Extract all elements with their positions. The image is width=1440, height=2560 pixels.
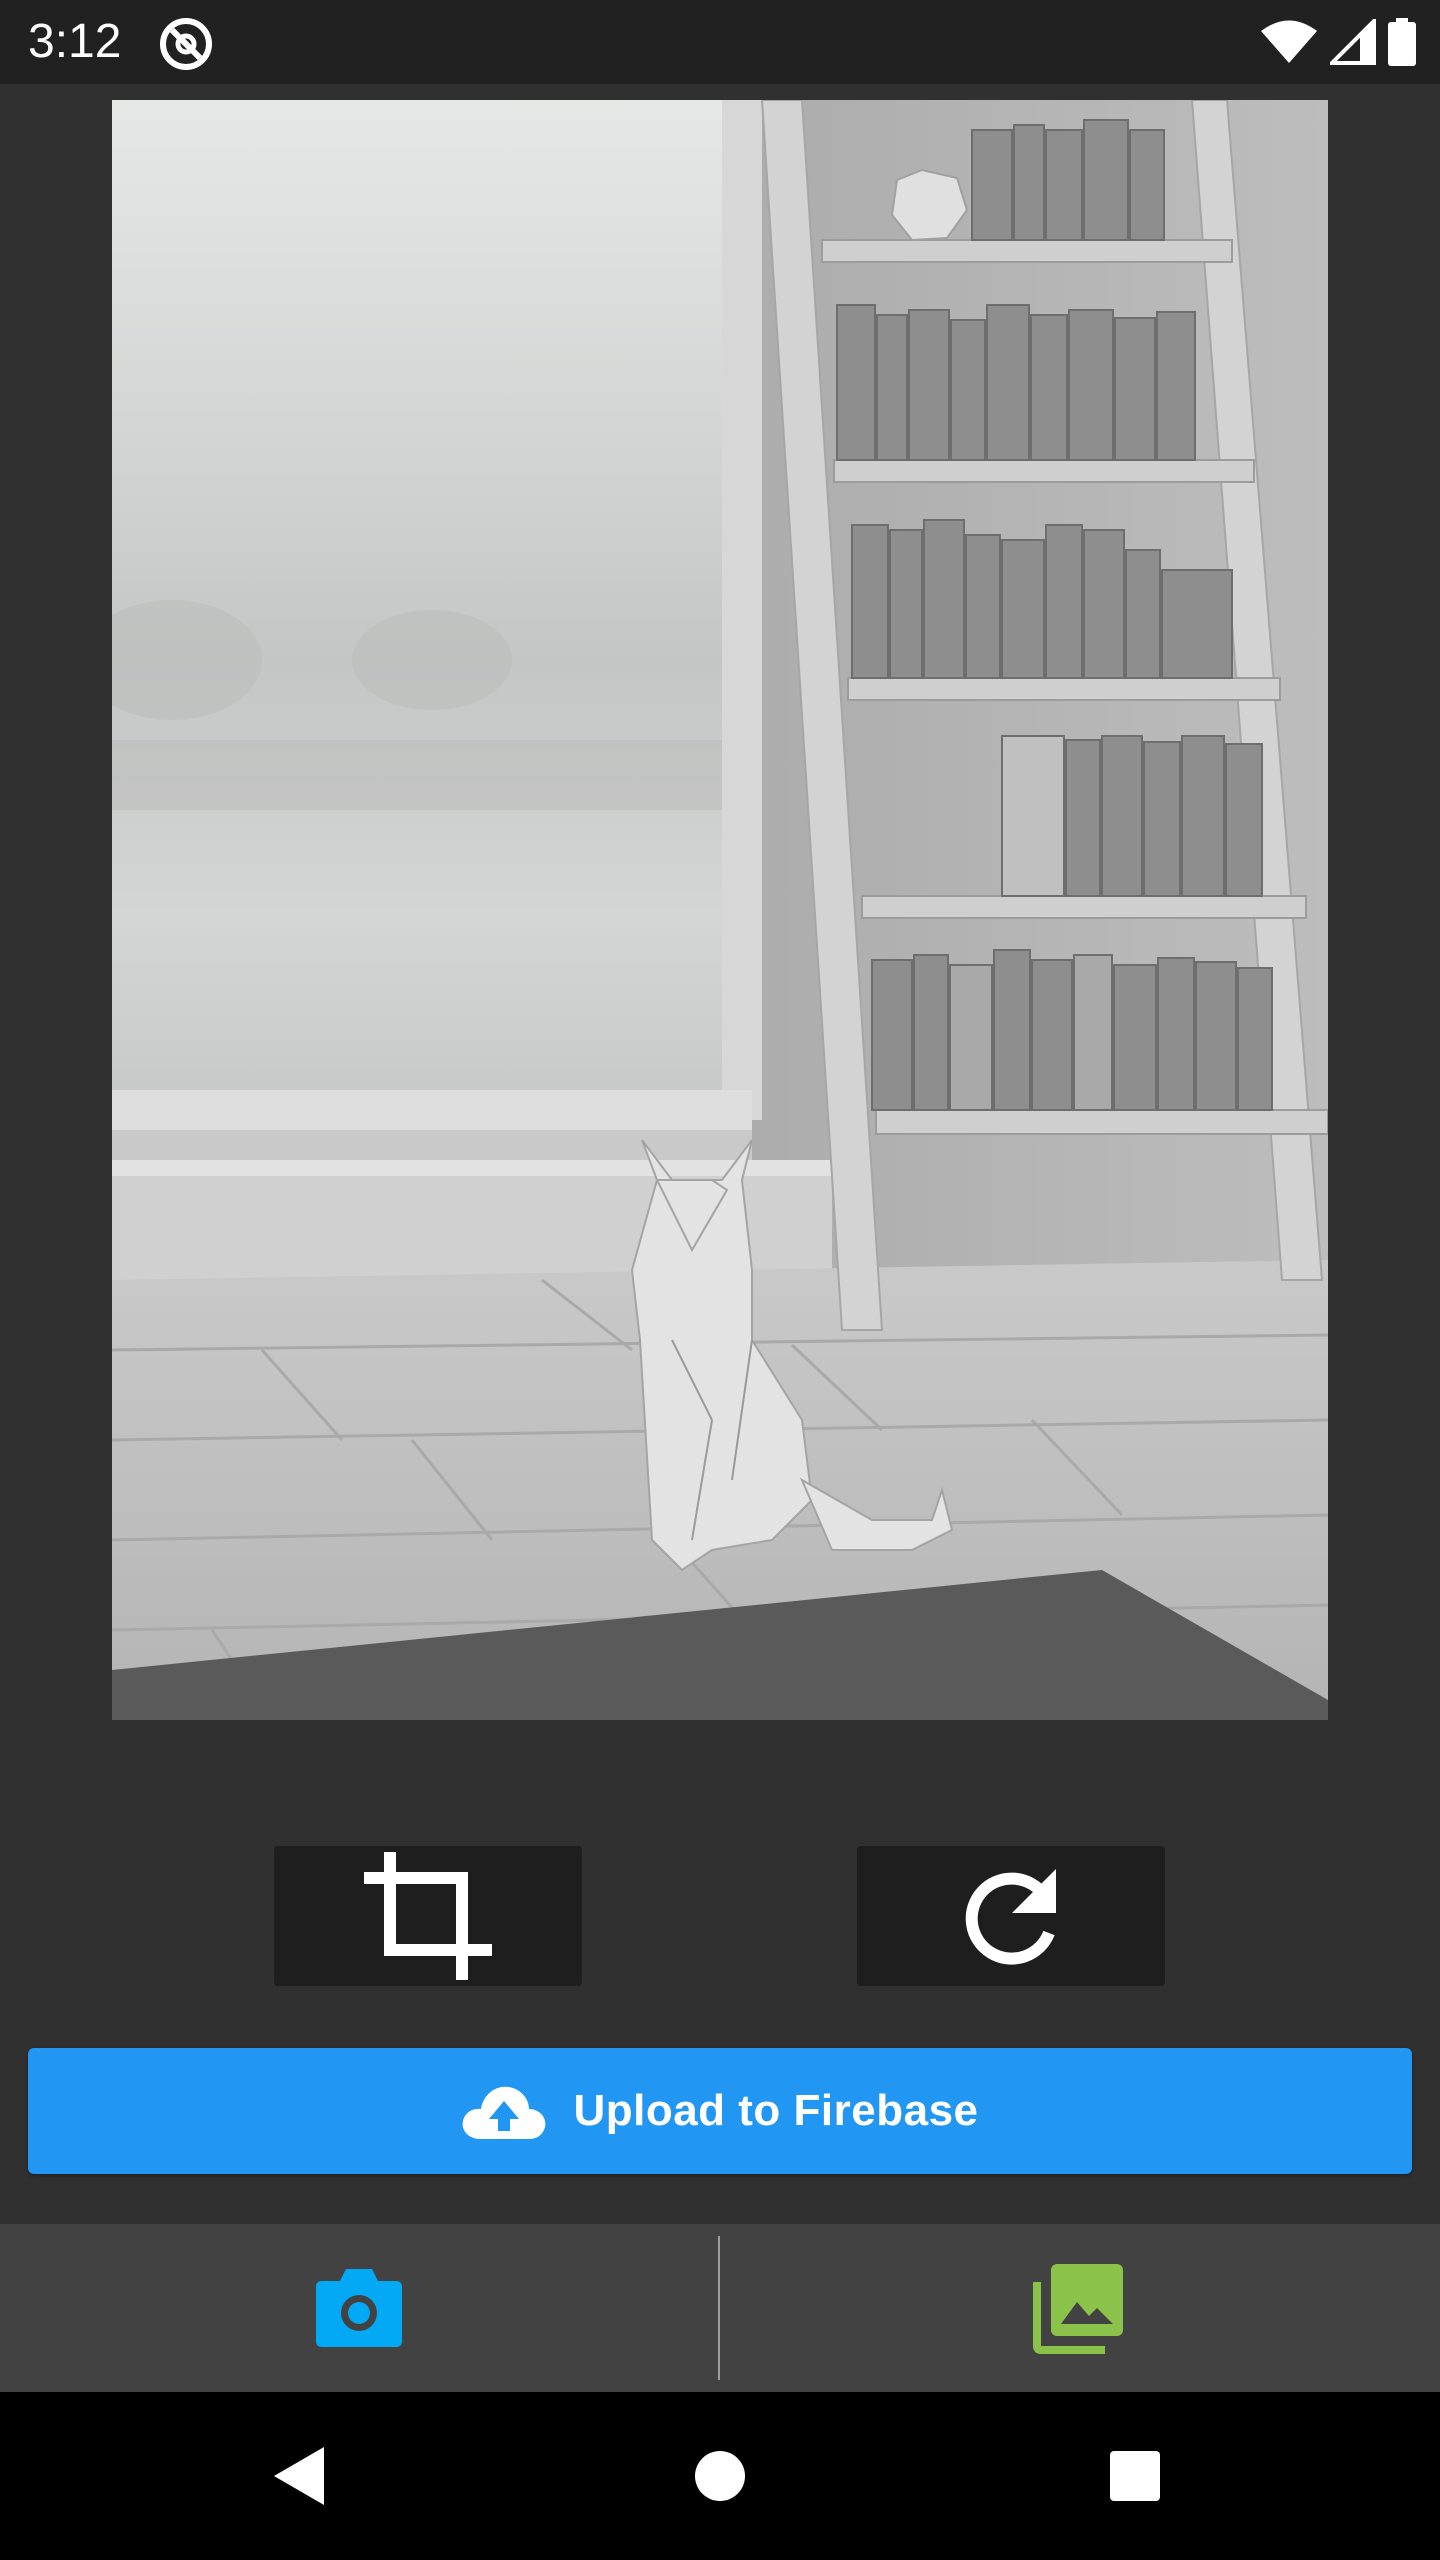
camera-icon: [316, 2269, 402, 2347]
back-icon: [274, 2447, 324, 2505]
photo-preview: [112, 100, 1328, 1720]
crop-button[interactable]: [274, 1846, 582, 1986]
photo-library-icon: [1033, 2264, 1123, 2354]
upload-label: Upload to Firebase: [573, 2086, 979, 2135]
gallery-button[interactable]: [720, 2224, 1438, 2392]
system-nav-bar: [0, 2392, 1440, 2560]
back-button[interactable]: [250, 2426, 350, 2526]
bottom-action-bar: [0, 2224, 1440, 2392]
crop-icon: [364, 1852, 492, 1980]
status-time: 3:12: [28, 15, 122, 68]
image-preview: [112, 100, 1328, 1720]
at-sign-icon: [160, 18, 212, 70]
cellular-signal-icon: [1330, 19, 1376, 65]
camera-button[interactable]: [0, 2224, 718, 2392]
rotate-icon: [965, 1869, 1056, 1965]
recents-button[interactable]: [1085, 2426, 1185, 2526]
cloud-upload-icon: [463, 2086, 546, 2139]
status-bar: 3:12: [0, 0, 1440, 84]
wifi-icon: [1261, 20, 1317, 63]
battery-icon: [1388, 18, 1416, 66]
status-icons: [1260, 14, 1416, 70]
home-icon: [695, 2451, 745, 2501]
rotate-button[interactable]: [857, 1846, 1165, 1986]
app-screen: 3:12 Upload to Firebase: [0, 0, 1440, 2560]
home-button[interactable]: [670, 2426, 770, 2526]
upload-to-firebase-button[interactable]: Upload to Firebase: [28, 2048, 1412, 2174]
recents-icon: [1110, 2451, 1160, 2501]
